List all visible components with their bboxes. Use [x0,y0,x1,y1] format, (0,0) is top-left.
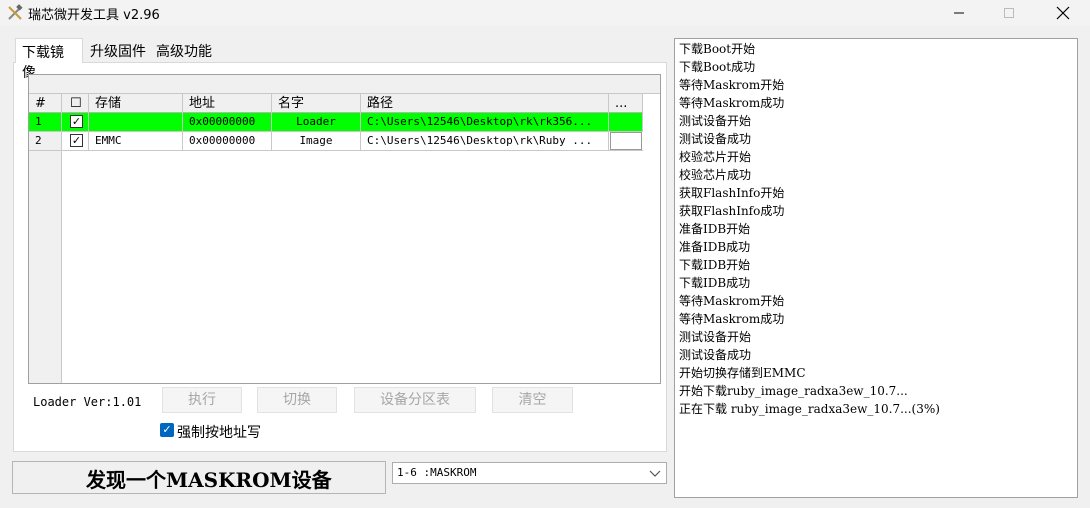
log-line: 开始切换存储到EMMC [679,366,806,380]
force-address-checkbox[interactable]: ✓ [160,423,174,437]
row-storage[interactable]: EMMC [89,132,183,150]
row-browse-button[interactable] [609,113,643,131]
maximize-button[interactable] [986,0,1032,26]
device-select-value: 1-6 :MASKROM [397,466,477,479]
log-line: 下载Boot开始 [679,42,756,56]
tab-download-image[interactable]: 下载镜像 [15,38,83,81]
row-browse-button[interactable] [610,132,642,150]
title-bar [0,0,1090,26]
log-line: 准备IDB成功 [679,240,751,254]
header-path[interactable]: 路径 [361,94,609,113]
log-line: 准备IDB开始 [679,222,751,236]
row-name[interactable]: Image [272,132,361,150]
row-address[interactable]: 0x00000000 [183,113,272,131]
row-path[interactable]: C:\Users\12546\Desktop\rk\rk356... [361,113,609,131]
run-button[interactable]: 执行 [162,387,242,413]
header-select-all[interactable]: ☐ [62,94,89,113]
log-panel[interactable]: 下载Boot开始 下载Boot成功 等待Maskrom开始 等待Maskrom成… [674,38,1078,498]
row-checkbox-cell[interactable]: ✓ [62,132,89,150]
minimize-button[interactable] [936,0,982,26]
log-line: 校验芯片开始 [679,150,752,164]
table-row[interactable]: 2 ✓ EMMC 0x00000000 Image C:\Users\12546… [29,132,643,151]
row-name[interactable]: Loader [272,113,361,131]
maximize-icon [1004,8,1014,18]
log-line: 测试设备开始 [679,330,752,344]
row-checkbox[interactable]: ✓ [70,134,83,147]
tab-upgrade-firmware[interactable]: 升级固件 [84,38,152,62]
clear-button[interactable]: 清空 [492,387,573,413]
log-line: 下载Boot成功 [679,60,756,74]
log-line: 测试设备成功 [679,132,752,146]
tab-advanced[interactable]: 高级功能 [150,38,218,62]
row-checkbox[interactable]: ✓ [70,115,83,128]
log-line: 正在下载 ruby_image_radxa3ew_10.7...(3%) [679,402,940,416]
table-row[interactable]: 1 ✓ 0x00000000 Loader C:\Users\12546\Des… [29,113,643,132]
row-storage[interactable] [89,113,183,131]
close-icon [1056,6,1070,20]
log-line: 等待Maskrom成功 [679,312,785,326]
row-checkbox-cell[interactable]: ✓ [62,113,89,131]
header-storage[interactable]: 存储 [89,94,183,113]
log-line: 下载IDB成功 [679,276,751,290]
header-address[interactable]: 地址 [183,94,272,113]
row-path[interactable]: C:\Users\12546\Desktop\rk\Ruby ... [361,132,609,150]
loader-version: Loader Ver:1.01 [33,395,142,409]
log-line: 获取FlashInfo成功 [679,204,785,218]
log-line: 测试设备成功 [679,348,752,362]
header-index: # [29,94,62,113]
log-line: 开始下载ruby_image_radxa3ew_10.7... [679,384,908,398]
row-index: 1 [29,113,62,131]
minimize-icon [954,12,964,14]
log-line: 等待Maskrom成功 [679,96,785,110]
close-button[interactable] [1040,0,1086,26]
header-more[interactable]: ... [609,94,643,113]
grid-rows: 1 ✓ 0x00000000 Loader C:\Users\12546\Des… [29,113,643,151]
row-address[interactable]: 0x00000000 [183,132,272,150]
log-line: 下载IDB开始 [679,258,751,272]
window-title: 瑞芯微开发工具 v2.96 [28,8,160,23]
log-line: 校验芯片成功 [679,168,752,182]
partition-table-button[interactable]: 设备分区表 [354,387,476,413]
row-index: 2 [29,132,62,150]
header-name[interactable]: 名字 [272,94,361,113]
log-line: 测试设备开始 [679,114,752,128]
device-select[interactable]: 1-6 :MASKROM [392,462,667,484]
log-line: 获取FlashInfo开始 [679,186,785,200]
log-line: 等待Maskrom开始 [679,294,785,308]
status-message: 发现一个MASKROM设备 [86,468,332,492]
grid-header: # ☐ 存储 地址 名字 路径 ... [29,94,643,113]
grid-top-bar [29,75,660,94]
log-line: 等待Maskrom开始 [679,78,785,92]
switch-button[interactable]: 切换 [257,387,337,413]
force-address-label[interactable]: 强制按地址写 [177,422,261,442]
tools-icon [6,4,24,22]
chevron-down-icon [649,470,661,477]
